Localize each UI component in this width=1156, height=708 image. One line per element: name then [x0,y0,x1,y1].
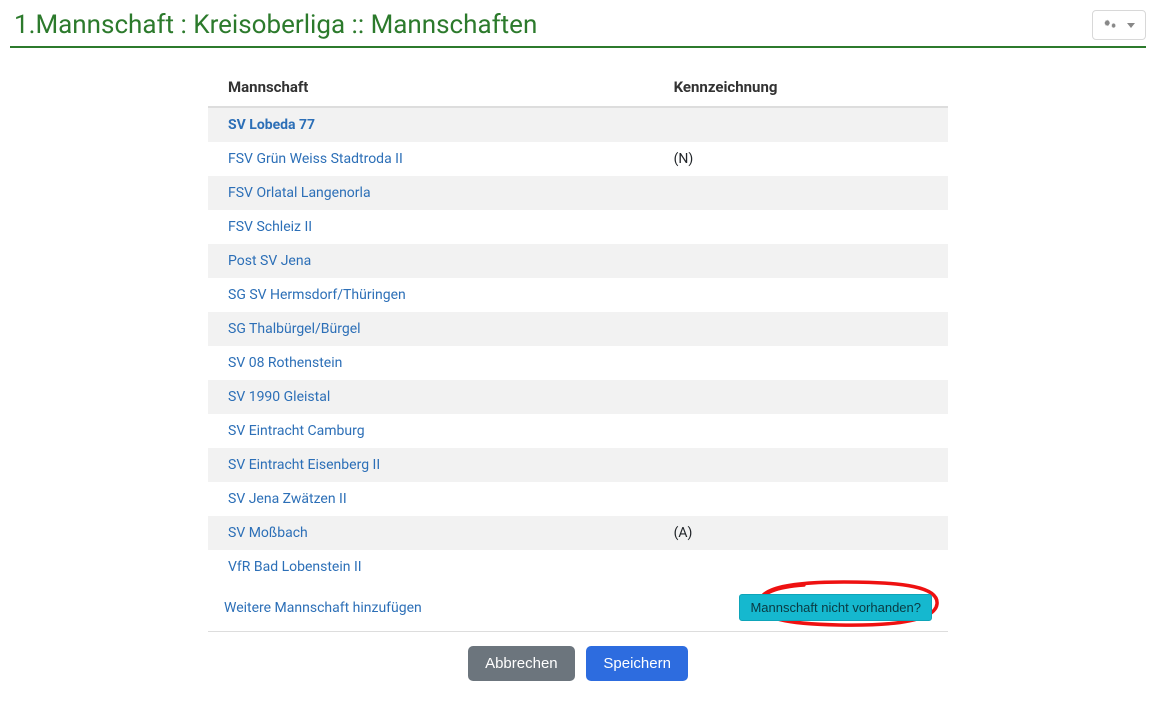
table-row: SG Thalbürgel/Bürgel [208,312,948,346]
team-link[interactable]: SG SV Hermsdorf/Thüringen [228,287,406,303]
table-row: SV Jena Zwätzen II [208,482,948,516]
teams-table: Mannschaft Kennzeichnung SV Lobeda 77 FSV… [208,68,948,584]
table-row: SV Eintracht Eisenberg II [208,448,948,482]
team-link[interactable]: SV 1990 Gleistal [228,389,330,405]
team-link[interactable]: SV Eintracht Eisenberg II [228,457,380,473]
cancel-button[interactable]: Abbrechen [468,646,575,681]
add-team-link[interactable]: Weitere Mannschaft hinzufügen [224,600,422,616]
team-link[interactable]: SV 08 Rothenstein [228,355,342,371]
team-mark: (A) [654,516,948,550]
table-row: SV Lobeda 77 [208,107,948,142]
team-link[interactable]: SV Moßbach [228,525,308,541]
team-mark [654,312,948,346]
team-mark [654,176,948,210]
table-row: SV Moßbach (A) [208,516,948,550]
table-row: SG SV Hermsdorf/Thüringen [208,278,948,312]
team-mark [654,482,948,516]
team-mark [654,346,948,380]
team-mark [654,380,948,414]
table-row: VfR Bad Lobenstein II [208,550,948,584]
team-link[interactable]: Post SV Jena [228,253,311,269]
team-mark [654,278,948,312]
team-link[interactable]: FSV Grün Weiss Stadtroda II [228,151,403,167]
table-row: FSV Orlatal Langenorla [208,176,948,210]
team-link[interactable]: SV Jena Zwätzen II [228,491,347,507]
team-link[interactable]: SG Thalbürgel/Bürgel [228,321,361,337]
page-title: 1.Mannschaft : Kreisoberliga :: Mannscha… [10,10,537,40]
team-mark: (N) [654,142,948,176]
team-mark [654,107,948,142]
save-button[interactable]: Speichern [586,646,688,681]
table-row: FSV Grün Weiss Stadtroda II (N) [208,142,948,176]
chevron-down-icon [1127,23,1135,28]
team-mark [654,448,948,482]
table-row: SV 1990 Gleistal [208,380,948,414]
column-header-team: Mannschaft [208,68,654,107]
team-link[interactable]: SV Lobeda 77 [228,117,315,133]
team-link[interactable]: FSV Orlatal Langenorla [228,185,371,201]
table-row: Post SV Jena [208,244,948,278]
team-link[interactable]: FSV Schleiz II [228,219,312,235]
team-mark [654,550,948,584]
settings-dropdown-button[interactable] [1092,10,1146,40]
team-link[interactable]: VfR Bad Lobenstein II [228,559,362,575]
team-missing-button[interactable]: Mannschaft nicht vorhanden? [739,594,932,621]
team-mark [654,414,948,448]
gears-icon [1103,17,1119,33]
table-row: SV Eintracht Camburg [208,414,948,448]
team-link[interactable]: SV Eintracht Camburg [228,423,365,439]
team-mark [654,210,948,244]
table-row: SV 08 Rothenstein [208,346,948,380]
team-mark [654,244,948,278]
table-row: FSV Schleiz II [208,210,948,244]
column-header-mark: Kennzeichnung [654,68,948,107]
